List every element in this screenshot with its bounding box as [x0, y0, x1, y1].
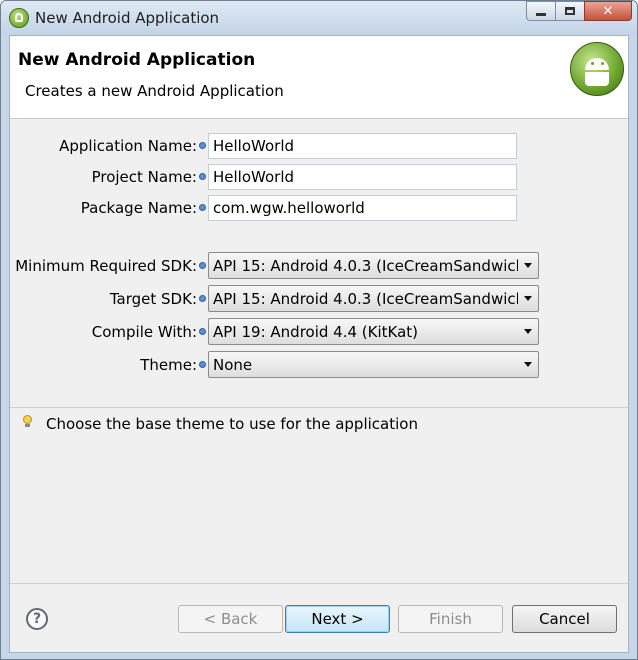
theme-select[interactable]: None [208, 351, 539, 378]
package-name-label: Package Name: [80, 199, 197, 217]
title-bar[interactable]: New Android Application ✕ [1, 1, 637, 35]
close-button[interactable]: ✕ [584, 1, 632, 21]
minimum-sdk-label: Minimum Required SDK: [15, 257, 197, 275]
minimum-sdk-value: API 15: Android 4.0.3 (IceCreamSandwich) [213, 256, 518, 275]
compile-with-select[interactable]: API 19: Android 4.4 (KitKat) [208, 318, 539, 345]
application-name-label: Application Name: [59, 137, 197, 155]
page-subtitle: Creates a new Android Application [25, 82, 284, 100]
divider [10, 407, 628, 408]
target-sdk-select[interactable]: API 15: Android 4.0.3 (IceCreamSandwich) [208, 285, 539, 312]
hint-text: Choose the base theme to use for the app… [46, 415, 418, 433]
minimum-sdk-select[interactable]: API 15: Android 4.0.3 (IceCreamSandwich) [208, 252, 539, 279]
project-name-input[interactable] [208, 164, 517, 190]
info-icon [199, 295, 206, 302]
lightbulb-icon [23, 415, 32, 427]
chevron-down-icon [518, 329, 538, 334]
cancel-button[interactable]: Cancel [512, 605, 617, 633]
window-title: New Android Application [35, 9, 220, 27]
help-icon[interactable]: ? [26, 608, 48, 630]
minimize-button[interactable] [526, 1, 555, 21]
close-icon: ✕ [602, 3, 614, 19]
info-icon [199, 204, 206, 211]
maximize-button[interactable] [555, 1, 584, 21]
back-button[interactable]: < Back [178, 605, 283, 633]
info-icon [199, 361, 206, 368]
divider [10, 583, 628, 584]
project-name-label: Project Name: [91, 168, 197, 186]
minimize-icon [536, 12, 546, 16]
target-sdk-value: API 15: Android 4.0.3 (IceCreamSandwich) [213, 289, 518, 308]
android-app-icon [9, 8, 29, 28]
application-name-input[interactable] [208, 133, 517, 159]
info-icon [199, 328, 206, 335]
chevron-down-icon [518, 362, 538, 367]
info-icon [199, 262, 206, 269]
wizard-header: New Android Application Creates a new An… [10, 36, 628, 119]
package-name-input[interactable] [208, 195, 517, 221]
dialog-window: New Android Application ✕ New Android Ap… [0, 0, 638, 660]
theme-label: Theme: [140, 356, 197, 374]
page-title: New Android Application [18, 50, 256, 70]
compile-with-label: Compile With: [91, 323, 197, 341]
android-logo-icon [570, 42, 624, 96]
theme-value: None [213, 355, 253, 374]
next-button[interactable]: Next > [285, 605, 390, 633]
finish-button[interactable]: Finish [398, 605, 503, 633]
info-icon [199, 142, 206, 149]
chevron-down-icon [518, 296, 538, 301]
dialog-client-area: New Android Application Creates a new An… [9, 35, 629, 653]
caption-buttons: ✕ [526, 1, 632, 23]
chevron-down-icon [518, 263, 538, 268]
target-sdk-label: Target SDK: [109, 290, 197, 308]
maximize-icon [565, 7, 575, 15]
info-icon [199, 173, 206, 180]
compile-with-value: API 19: Android 4.4 (KitKat) [213, 322, 419, 341]
